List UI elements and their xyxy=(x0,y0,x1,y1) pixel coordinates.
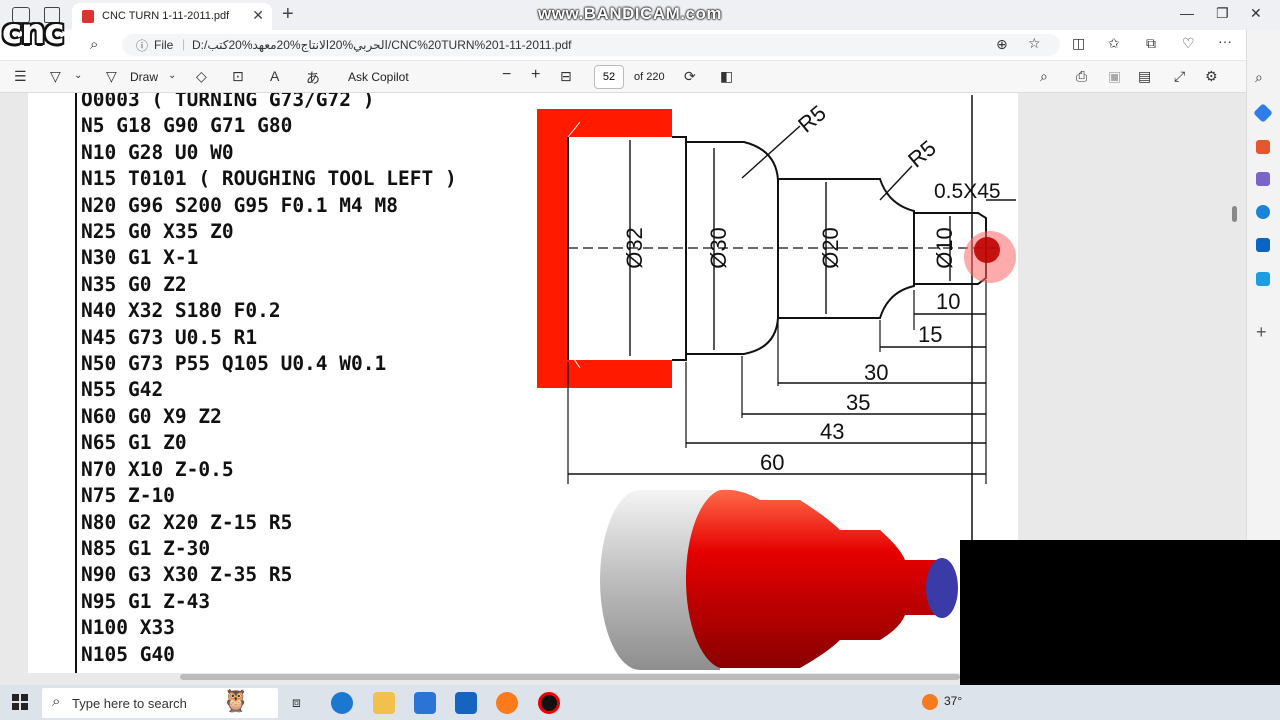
file-explorer-icon[interactable] xyxy=(373,692,395,714)
task-view-icon[interactable]: ⧈ xyxy=(292,694,301,711)
leader-r5-1 xyxy=(741,125,801,179)
start-windows-icon[interactable] xyxy=(12,694,28,710)
dim-label-30: Ø30 xyxy=(706,227,731,269)
render-part xyxy=(685,489,940,668)
part-3d-render xyxy=(600,489,958,670)
length-label-43: 43 xyxy=(820,419,844,444)
chamfer-label: 0.5X45 xyxy=(934,180,1001,203)
render-end-face xyxy=(926,558,958,618)
horizontal-scrollbar[interactable] xyxy=(180,674,960,680)
search-placeholder: Type here to search xyxy=(72,696,187,711)
firefox-icon[interactable] xyxy=(496,692,518,714)
store-icon[interactable] xyxy=(414,692,436,714)
cursor-highlight xyxy=(964,231,1016,283)
edge-app-icon[interactable] xyxy=(331,692,353,714)
leader-r5-2 xyxy=(879,165,913,201)
black-overlay-panel xyxy=(960,540,1280,685)
length-label-60: 60 xyxy=(760,450,784,475)
search-icon: ⌕ xyxy=(52,693,61,710)
length-label-35: 35 xyxy=(846,390,870,415)
dim-label-32: Ø32 xyxy=(622,227,647,269)
vertical-scrollbar[interactable] xyxy=(1232,206,1237,222)
mail-icon[interactable] xyxy=(455,692,477,714)
bandicam-record-icon[interactable] xyxy=(538,692,560,714)
radius-label-2: R5 xyxy=(903,135,941,172)
length-label-15: 15 xyxy=(918,322,942,347)
radius-label-1: R5 xyxy=(793,100,831,137)
length-label-30: 30 xyxy=(864,360,888,385)
length-label-10: 10 xyxy=(936,289,960,314)
dim-label-20: Ø20 xyxy=(818,227,843,269)
weather-icon[interactable] xyxy=(922,694,938,710)
weather-temperature: 37° xyxy=(944,694,963,708)
dim-label-10: Ø10 xyxy=(932,227,957,269)
owl-widget-icon[interactable]: 🦉 xyxy=(222,688,274,718)
